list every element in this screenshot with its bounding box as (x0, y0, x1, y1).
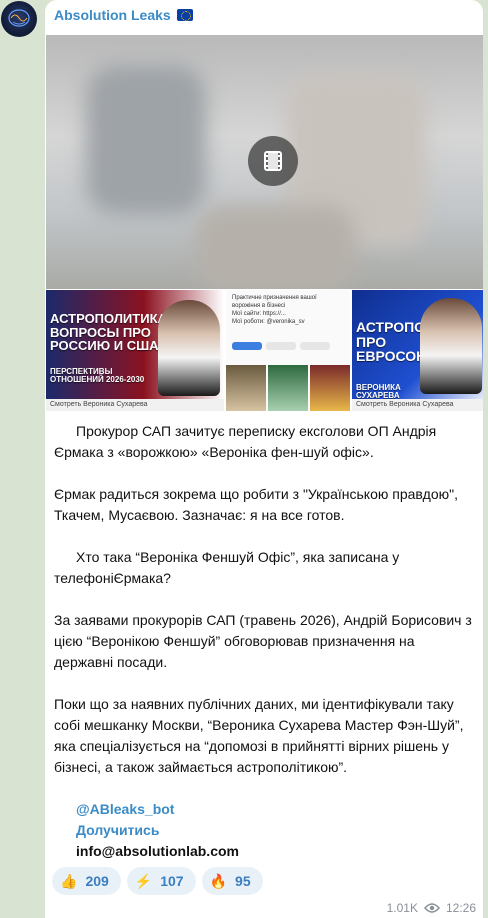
gallery-image-3[interactable]: АСТРОПОЛИТИКА ПРО ЕВРОСОЮЗ ВЕРОНИКА СУХА… (352, 290, 483, 411)
thumb-3-caption: Смотреть Вероника Сухарева (352, 399, 483, 411)
join-link[interactable]: Долучитись (76, 820, 239, 841)
reactions-bar: 👍 209 ⚡ 107 🔥 95 (52, 867, 263, 895)
film-icon (264, 151, 282, 171)
message-bubble: Absolution Leaks АСТРОПОЛИТИКА: ВОПРОСЫ … (45, 0, 483, 918)
post-paragraph-3: Хто така “Вероніка Феншуй Офіс”, яка зап… (54, 549, 400, 586)
reaction-count: 95 (235, 873, 251, 889)
video-preview[interactable] (46, 35, 483, 289)
thumb-1-title: АСТРОПОЛИТИКА: ВОПРОСЫ ПРО РОССИЮ И США (50, 311, 172, 354)
thumbs-up-icon: 👍 (60, 872, 78, 889)
thumb-3-title: АСТРОПОЛИТИКА ПРО ЕВРОСОЮЗ (356, 319, 482, 365)
message-meta: 1.01K 12:26 (387, 901, 476, 915)
thumb-1-portrait (158, 300, 220, 396)
reaction-fire[interactable]: 🔥 95 (201, 867, 263, 895)
thumb-2-text: Практичне призначення вашої ворожіння в … (232, 294, 344, 326)
thumb-3-portrait (420, 298, 482, 394)
thumb-2-line-2: Мої сайти: https://... (232, 311, 286, 317)
post-paragraph-4: За заявами прокурорів САП (травень 2026)… (54, 612, 472, 670)
channel-avatar[interactable] (1, 1, 37, 37)
message-time: 12:26 (445, 901, 476, 915)
view-count: 1.01K (386, 901, 418, 915)
media-gallery: АСТРОПОЛИТИКА: ВОПРОСЫ ПРО РОССИЮ И США … (46, 290, 483, 411)
reaction-lightning[interactable]: ⚡ 107 (126, 867, 196, 895)
lightning-icon: ⚡ (134, 872, 153, 889)
post-text: Прокурор САП зачитує переписку ексголови… (54, 421, 474, 799)
gallery-image-1[interactable]: АСТРОПОЛИТИКА: ВОПРОСЫ ПРО РОССИЮ И США … (46, 290, 224, 411)
email-link[interactable]: info@absolutionlab.com (76, 841, 239, 862)
reaction-count: 107 (160, 873, 184, 889)
post-paragraph-1: Прокурор САП зачитує переписку ексголови… (54, 423, 437, 460)
fire-icon: 🔥 (209, 872, 228, 889)
channel-name-text[interactable]: Absolution Leaks (54, 7, 171, 23)
thumb-2-line-1: Практичне призначення вашої ворожіння в … (232, 295, 317, 309)
brain-logo-icon (8, 9, 30, 27)
thumb-2-button-shape-2 (266, 342, 296, 350)
thumb-1-subtitle: ПЕРСПЕКТИВЫ ОТНОШЕНИЙ 2026-2030 (50, 367, 145, 385)
thumb-2-grid (226, 365, 350, 411)
reaction-thumbs-up[interactable]: 👍 209 (52, 867, 121, 895)
post-links: @ABleaks_bot Долучитись info@absolutionl… (76, 799, 239, 862)
thumb-2-line-3: Мої роботи: @veronika_sv (232, 319, 305, 325)
thumb-2-button-shape-3 (300, 342, 330, 350)
thumb-2-button-shape (232, 342, 262, 350)
bot-link[interactable]: @ABleaks_bot (76, 799, 239, 820)
gallery-image-2[interactable]: Практичне призначення вашої ворожіння в … (226, 290, 350, 411)
eu-flag-icon (176, 9, 193, 21)
post-paragraph-5: Поки що за наявних публічних даних, ми і… (54, 696, 464, 775)
eye-icon (423, 903, 440, 913)
post-paragraph-2: Єрмак радиться зокрема що робити з "Укра… (54, 486, 458, 523)
video-play-button[interactable] (248, 136, 298, 186)
channel-name[interactable]: Absolution Leaks (54, 7, 193, 23)
reaction-count: 209 (85, 873, 109, 889)
thumb-1-caption: Смотреть Вероника Сухарева (46, 399, 224, 411)
